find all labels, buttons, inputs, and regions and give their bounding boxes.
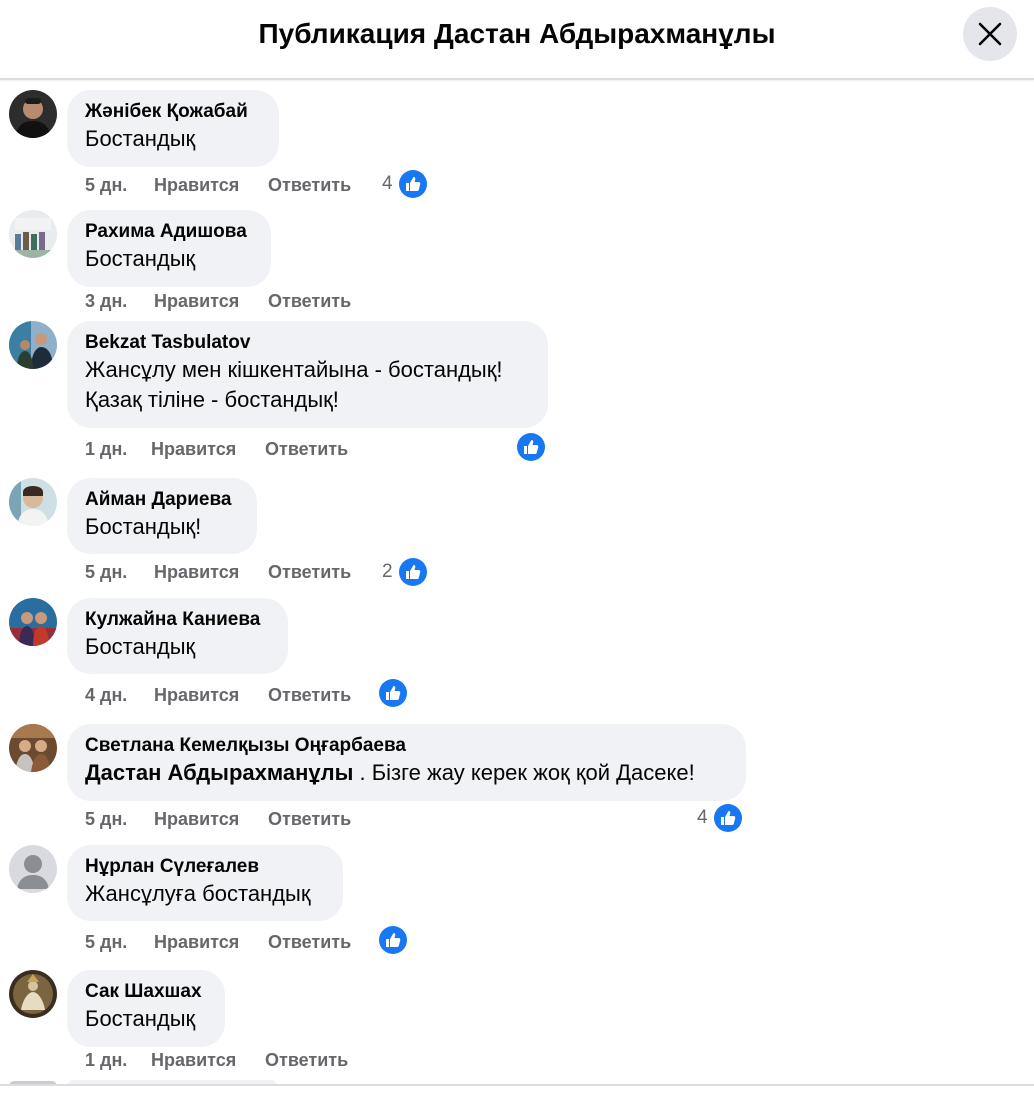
like-reaction-icon xyxy=(714,804,743,832)
like-reaction-icon xyxy=(379,926,407,954)
like-button[interactable]: Нравится xyxy=(154,173,268,197)
comment-actions: 4 дн. Нравится Ответить xyxy=(85,683,351,707)
reaction-count: 2 xyxy=(382,561,393,582)
comment-bubble: Сак Шахшах Бостандық xyxy=(67,970,225,1047)
comment-bubble: Рахима Адишова Бостандық xyxy=(67,210,271,287)
comment-bubble: Айман Дариева Бостандық! xyxy=(67,478,257,554)
like-button[interactable]: Нравится xyxy=(151,1048,265,1072)
avatar[interactable] xyxy=(9,321,57,369)
dialog-header: Публикация Дастан Абдырахманұлы xyxy=(0,0,1034,80)
comment-text: Бостандық xyxy=(85,126,196,151)
reaction-count: 4 xyxy=(697,807,708,828)
avatar[interactable] xyxy=(9,90,57,138)
comment-text-body: . Бізге жау керек жоқ қой Дасеке! xyxy=(353,760,695,785)
page-title: Публикация Дастан Абдырахманұлы xyxy=(258,18,776,49)
reply-button[interactable]: Ответить xyxy=(268,560,351,584)
default-avatar-icon[interactable] xyxy=(9,845,57,893)
comment-time[interactable]: 5 дн. xyxy=(85,173,154,197)
reply-button[interactable]: Ответить xyxy=(268,807,351,831)
reply-button[interactable]: Ответить xyxy=(265,437,348,461)
comment-author[interactable]: Рахима Адишова xyxy=(85,220,253,244)
mention-link[interactable]: Дастан Абдырахманұлы xyxy=(85,760,353,785)
comment-author[interactable]: Сак Шахшах xyxy=(85,980,207,1004)
comment-text: Бостандық xyxy=(85,634,196,659)
avatar[interactable] xyxy=(9,970,57,1018)
comment-actions: 3 дн. Нравится Ответить xyxy=(85,289,351,313)
comment-actions: 5 дн. Нравится Ответить xyxy=(85,807,351,831)
comment-bubble: Нұрлан Сүлеғалев Жансұлуға бостандық xyxy=(67,845,343,921)
comment-text-line: Жансұлу мен кішкентайына - бостандық! xyxy=(85,357,503,382)
avatar[interactable] xyxy=(9,478,57,526)
reply-button[interactable]: Ответить xyxy=(268,289,351,313)
comment-text: Бостандық xyxy=(85,246,196,271)
reaction-summary[interactable]: 4 xyxy=(697,804,743,832)
comment-bubble: Жәнібек Қожабай Бостандық xyxy=(67,90,279,167)
comment-author[interactable]: Нұрлан Сүлеғалев xyxy=(85,855,325,879)
comment-author[interactable]: Bekzat Tasbulatov xyxy=(85,331,530,355)
avatar[interactable] xyxy=(9,598,57,646)
comment-time[interactable]: 1 дн. xyxy=(85,437,151,461)
like-button[interactable]: Нравится xyxy=(154,807,268,831)
comment-text: Дастан Абдырахманұлы . Бізге жау керек ж… xyxy=(85,758,728,788)
comment-text: Бостандық! xyxy=(85,514,202,539)
like-button[interactable]: Нравится xyxy=(151,437,265,461)
like-reaction-icon xyxy=(517,433,545,461)
comment-actions: 1 дн. Нравится Ответить xyxy=(85,437,348,461)
comment-bubble: Кулжайна Каниева Бостандық xyxy=(67,598,288,674)
comment-author[interactable]: Светлана Кемелқызы Оңғарбаева xyxy=(85,734,728,758)
comment-actions: 5 дн. Нравится Ответить xyxy=(85,173,351,197)
like-button[interactable]: Нравится xyxy=(154,560,268,584)
avatar[interactable] xyxy=(9,724,57,772)
comment-actions: 5 дн. Нравится Ответить xyxy=(85,930,351,954)
comment-actions: 1 дн. Нравится Ответить xyxy=(85,1048,348,1072)
comment-text-line: Қазақ тіліне - бостандық! xyxy=(85,387,339,412)
comment-time[interactable]: 5 дн. xyxy=(85,807,154,831)
reaction-summary[interactable] xyxy=(379,679,407,707)
avatar[interactable] xyxy=(9,210,57,258)
like-button[interactable]: Нравится xyxy=(154,683,268,707)
reply-button[interactable]: Ответить xyxy=(268,930,351,954)
comment-text: Бостандық xyxy=(85,1006,196,1031)
comment-bubble: Светлана Кемелқызы Оңғарбаева Дастан Абд… xyxy=(67,724,746,801)
comment-author[interactable]: Кулжайна Каниева xyxy=(85,608,270,632)
reply-button[interactable]: Ответить xyxy=(268,173,351,197)
comment-time[interactable]: 5 дн. xyxy=(85,560,154,584)
comment-time[interactable]: 5 дн. xyxy=(85,930,154,954)
comment-author[interactable]: Жәнібек Қожабай xyxy=(85,100,261,124)
comment-time[interactable]: 3 дн. xyxy=(85,289,154,313)
comment-bubble: Bekzat Tasbulatov Жансұлу мен кішкентайы… xyxy=(67,321,548,428)
reply-button[interactable]: Ответить xyxy=(268,683,351,707)
comment-time[interactable]: 1 дн. xyxy=(85,1048,151,1072)
reply-button[interactable]: Ответить xyxy=(265,1048,348,1072)
like-reaction-icon xyxy=(379,679,407,707)
comment-text: Жансұлуға бостандық xyxy=(85,881,311,906)
like-reaction-icon xyxy=(399,558,428,586)
reaction-summary[interactable] xyxy=(517,433,545,461)
comment-author[interactable]: Айман Дариева xyxy=(85,488,239,512)
reaction-summary[interactable]: 2 xyxy=(382,558,428,586)
reaction-count: 4 xyxy=(382,173,393,194)
comment-actions: 5 дн. Нравится Ответить xyxy=(85,560,351,584)
reaction-summary[interactable] xyxy=(379,926,407,954)
like-button[interactable]: Нравится xyxy=(154,289,268,313)
reaction-summary[interactable]: 4 xyxy=(382,170,428,198)
comment-time[interactable]: 4 дн. xyxy=(85,683,154,707)
close-button[interactable] xyxy=(963,7,1017,61)
divider xyxy=(0,1084,1034,1086)
like-reaction-icon xyxy=(399,170,428,198)
like-button[interactable]: Нравится xyxy=(154,930,268,954)
close-icon xyxy=(978,22,1002,46)
